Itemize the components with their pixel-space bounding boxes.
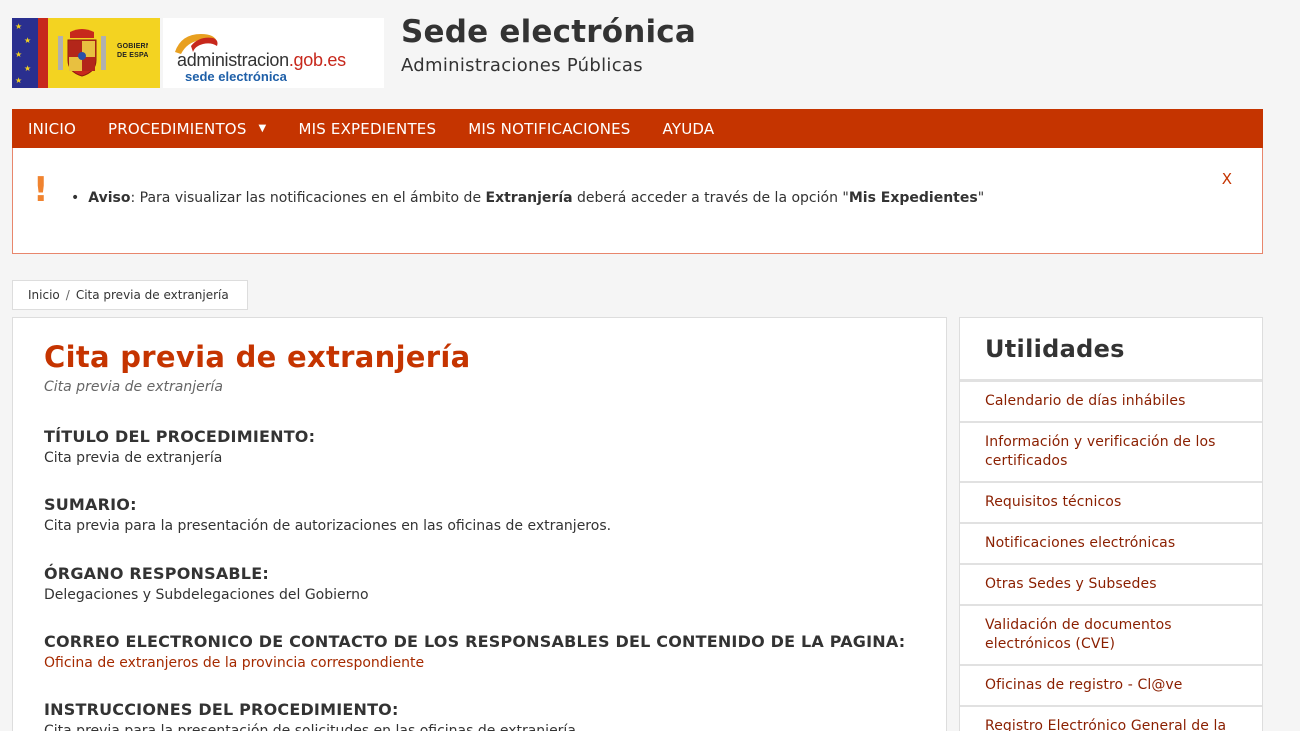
contact-link[interactable]: Oficina de extranjeros de la provincia c… <box>44 655 905 671</box>
notice-alert: ! Aviso: Para visualizar las notificacio… <box>12 148 1263 254</box>
site-title: Sede electrónica <box>401 14 697 50</box>
sidebar-item-requisitos[interactable]: Requisitos técnicos <box>960 483 1262 524</box>
exclamation-icon: ! <box>33 170 49 210</box>
sidebar-item-calendario[interactable]: Calendario de días inhábiles <box>960 382 1262 423</box>
field-label: SUMARIO: <box>44 495 137 514</box>
eu-flag-strip: ★ ★ ★ ★ ★ <box>12 18 38 88</box>
field-organo: ÓRGANO RESPONSABLE: Delegaciones y Subde… <box>44 564 369 603</box>
breadcrumb: Inicio / Cita previa de extranjería <box>12 280 248 310</box>
gobierno-espana-logo[interactable]: ★ ★ ★ ★ ★ GOBIERNO DE ESPAÑA <box>12 18 160 88</box>
sidebar-item-otras-sedes[interactable]: Otras Sedes y Subsedes <box>960 565 1262 606</box>
page-subtitle: Cita previa de extranjería <box>44 379 223 395</box>
breadcrumb-current: Cita previa de extranjería <box>75 288 229 302</box>
nav-item-inicio[interactable]: INICIO <box>12 109 92 148</box>
nav-item-mis-notificaciones[interactable]: MIS NOTIFICACIONES <box>452 109 646 148</box>
main-content: Cita previa de extranjería Cita previa d… <box>12 317 947 731</box>
utilities-sidebar: Utilidades Calendario de días inhábiles … <box>959 317 1263 731</box>
field-label: INSTRUCCIONES DEL PROCEDIMIENTO: <box>44 700 399 719</box>
sidebar-title: Utilidades <box>960 318 1262 382</box>
field-value: Cita previa para la presentación de soli… <box>44 723 581 731</box>
breadcrumb-home-link[interactable]: Inicio <box>28 288 60 302</box>
sidebar-item-cve[interactable]: Validación de documentos electrónicos (C… <box>960 606 1262 666</box>
nav-item-mis-expedientes[interactable]: MIS EXPEDIENTES <box>282 109 452 148</box>
field-label: CORREO ELECTRONICO DE CONTACTO DE LOS RE… <box>44 632 906 651</box>
breadcrumb-separator: / <box>65 288 70 302</box>
page-title: Cita previa de extranjería <box>44 340 471 374</box>
field-label: TÍTULO DEL PROCEDIMIENTO: <box>44 427 316 446</box>
field-label: ÓRGANO RESPONSABLE: <box>44 564 269 583</box>
sidebar-item-oficinas-registro[interactable]: Oficinas de registro - Cl@ve <box>960 666 1262 707</box>
sidebar-item-certificados[interactable]: Información y verificación de los certif… <box>960 423 1262 483</box>
sidebar-item-notificaciones[interactable]: Notificaciones electrónicas <box>960 524 1262 565</box>
nav-item-procedimientos[interactable]: PROCEDIMIENTOS ▼ <box>92 109 282 148</box>
main-navigation: INICIO PROCEDIMIENTOS ▼ MIS EXPEDIENTES M… <box>12 109 1263 148</box>
administracion-wordmark: administracion.gob.es <box>177 50 346 70</box>
coat-of-arms-icon <box>58 29 106 77</box>
field-value: Cita previa de extranjería <box>44 450 223 466</box>
field-titulo: TÍTULO DEL PROCEDIMIENTO: Cita previa de… <box>44 427 315 466</box>
flag-red-band <box>38 18 48 88</box>
nav-item-ayuda[interactable]: AYUDA <box>647 109 731 148</box>
alert-message: Aviso: Para visualizar las notificacione… <box>71 190 984 206</box>
field-value: Delegaciones y Subdelegaciones del Gobie… <box>44 587 369 603</box>
site-subtitle: Administraciones Públicas <box>401 55 643 76</box>
administracion-logo[interactable]: administracion.gob.es sede electrónica <box>163 18 384 88</box>
close-alert-button[interactable]: X <box>1222 170 1232 188</box>
field-instrucciones: INSTRUCCIONES DEL PROCEDIMIENTO: Cita pr… <box>44 700 580 731</box>
sede-electronica-wordmark: sede electrónica <box>185 69 287 84</box>
field-value: Cita previa para la presentación de auto… <box>44 518 612 534</box>
sidebar-item-registro-electronico[interactable]: Registro Electrónico General de la AGE <box>960 707 1262 731</box>
site-header: ★ ★ ★ ★ ★ GOBIERNO DE ESPAÑA administrac… <box>0 0 1300 100</box>
field-correo: CORREO ELECTRONICO DE CONTACTO DE LOS RE… <box>44 632 905 671</box>
field-sumario: SUMARIO: Cita previa para la presentació… <box>44 495 611 534</box>
caret-down-icon: ▼ <box>258 123 267 134</box>
